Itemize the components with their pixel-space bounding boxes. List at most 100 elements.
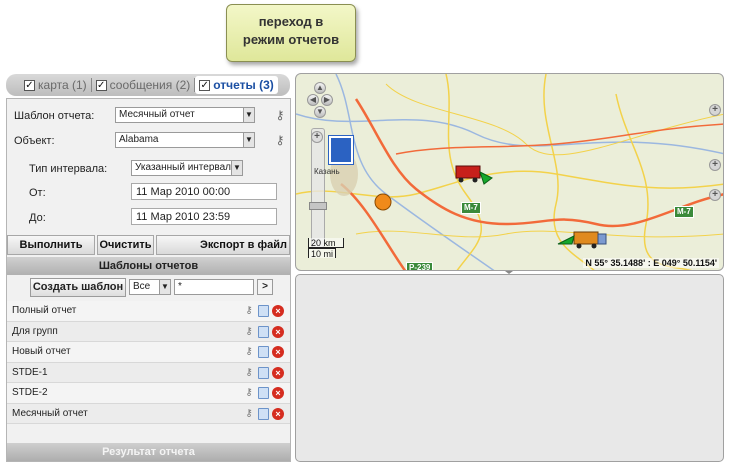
reports-panel: Шаблон отчета: Месячный отчет ▼ ⚷ Объект… bbox=[6, 98, 291, 462]
action-bar: Выполнить Очистить Экспорт в файл bbox=[7, 235, 290, 255]
pan-left-icon[interactable]: ◀ bbox=[307, 94, 319, 106]
chevron-down-icon: ▼ bbox=[243, 108, 254, 122]
tab-map-checkbox[interactable]: ✓ bbox=[24, 79, 35, 91]
filter-select-value: Все bbox=[133, 281, 151, 292]
delete-icon[interactable]: × bbox=[272, 346, 284, 358]
templates-header: Шаблоны отчетов bbox=[7, 257, 290, 275]
delete-icon[interactable]: × bbox=[272, 325, 284, 338]
copy-icon[interactable] bbox=[258, 366, 269, 379]
apply-filter-button[interactable]: > bbox=[257, 279, 273, 295]
coordinate-readout: N 55° 35.1488' : E 049° 50.1154' bbox=[583, 258, 719, 268]
template-name: STDE-2 bbox=[12, 387, 48, 398]
list-item[interactable]: STDE-1 ⚷ × bbox=[7, 362, 290, 383]
key-icon[interactable]: ⚷ bbox=[273, 133, 287, 147]
template-name: Полный отчет bbox=[12, 305, 77, 316]
filter-select[interactable]: Все ▼ bbox=[129, 279, 171, 295]
truck-marker bbox=[455, 165, 493, 185]
filter-input[interactable]: * bbox=[174, 279, 254, 295]
map-view[interactable]: ▲ ◀ ▶ ▼ + + + + Казань M-7 M-7 P-239 20 … bbox=[295, 73, 724, 271]
map-pan-control: ▲ ◀ ▶ ▼ bbox=[307, 82, 333, 122]
list-item[interactable]: Полный отчет ⚷ × bbox=[7, 301, 290, 322]
to-date-input[interactable]: 11 Мар 2010 23:59 bbox=[131, 208, 277, 225]
report-result-header[interactable]: Результат отчета bbox=[7, 443, 290, 461]
tab-messages[interactable]: ✓ сообщения (2) bbox=[92, 76, 195, 94]
scale-mi: 10 mi bbox=[308, 248, 336, 259]
tab-reports-checkbox[interactable]: ✓ bbox=[199, 79, 211, 91]
template-name: Новый отчет bbox=[12, 346, 71, 357]
road-badge: M-7 bbox=[461, 202, 481, 214]
interval-type-label: Тип интервала: bbox=[29, 163, 108, 175]
key-icon[interactable]: ⚷ bbox=[243, 326, 255, 338]
template-select[interactable]: Месячный отчет ▼ bbox=[115, 107, 255, 123]
delete-icon[interactable]: × bbox=[272, 387, 284, 399]
tab-reports[interactable]: ✓ отчеты (3) bbox=[195, 76, 278, 94]
template-select-value: Месячный отчет bbox=[119, 109, 195, 120]
list-item[interactable]: Для групп ⚷ × bbox=[7, 321, 290, 342]
template-name: Для групп bbox=[12, 325, 58, 337]
list-item[interactable]: Месячный отчет ⚷ × bbox=[7, 403, 290, 424]
pan-up-icon[interactable]: ▲ bbox=[314, 82, 326, 94]
list-item[interactable]: Новый отчет ⚷ × bbox=[7, 342, 290, 363]
list-item[interactable]: STDE-2 ⚷ × bbox=[7, 383, 290, 404]
map-canvas bbox=[296, 74, 723, 270]
object-select-value: Alabama bbox=[119, 134, 159, 145]
key-icon[interactable]: ⚷ bbox=[243, 367, 255, 379]
interval-type-select[interactable]: Указанный интервал ▼ bbox=[131, 160, 243, 176]
interval-type-value: Указанный интервал bbox=[135, 162, 231, 173]
road-badge: P-239 bbox=[406, 262, 434, 270]
tab-bar: ✓ карта (1) ✓ сообщения (2) ✓ отчеты (3) bbox=[6, 74, 290, 96]
delete-icon[interactable]: × bbox=[272, 407, 284, 420]
zoom-in-icon[interactable]: + bbox=[311, 131, 323, 143]
tab-map-label: карта (1) bbox=[38, 78, 87, 92]
execute-button[interactable]: Выполнить bbox=[7, 235, 95, 255]
copy-icon[interactable] bbox=[258, 305, 269, 317]
key-icon[interactable]: ⚷ bbox=[243, 408, 255, 420]
key-icon[interactable]: ⚷ bbox=[273, 108, 287, 122]
pan-down-icon[interactable]: ▼ bbox=[314, 106, 326, 118]
templates-list: Полный отчет ⚷ × Для групп ⚷ × Новый отчет… bbox=[7, 301, 290, 424]
copy-icon[interactable] bbox=[258, 325, 269, 338]
clear-button[interactable]: Очистить bbox=[97, 235, 154, 255]
key-icon[interactable]: ⚷ bbox=[243, 387, 255, 399]
key-icon[interactable]: ⚷ bbox=[243, 305, 255, 317]
from-label: От: bbox=[29, 187, 46, 199]
template-name: STDE-1 bbox=[12, 366, 48, 378]
report-result-area bbox=[295, 274, 724, 462]
key-icon[interactable]: ⚷ bbox=[243, 346, 255, 358]
object-select[interactable]: Alabama ▼ bbox=[115, 132, 255, 148]
chevron-down-icon: ▼ bbox=[231, 161, 242, 175]
tab-map[interactable]: ✓ карта (1) bbox=[20, 76, 91, 94]
templates-toolbar: Создать шаблон Все ▼ * > bbox=[7, 277, 290, 299]
map-scale: 20 km 10 mi bbox=[308, 238, 344, 259]
chevron-down-icon: ▼ bbox=[243, 133, 254, 147]
delete-icon[interactable]: × bbox=[272, 366, 284, 379]
traffic-poi-icon[interactable] bbox=[328, 135, 354, 165]
template-name: Месячный отчет bbox=[12, 407, 88, 419]
from-date-input[interactable]: 11 Мар 2010 00:00 bbox=[131, 183, 277, 200]
chevron-down-icon: ▼ bbox=[159, 280, 170, 294]
road-badge: M-7 bbox=[674, 206, 694, 218]
callout-line-1: переход в bbox=[258, 14, 324, 29]
delete-icon[interactable]: × bbox=[272, 305, 284, 317]
callout-line-2: режим отчетов bbox=[242, 32, 340, 47]
expand-icon[interactable]: + bbox=[709, 104, 721, 116]
zoom-slider[interactable] bbox=[311, 128, 325, 248]
create-template-button[interactable]: Создать шаблон bbox=[30, 278, 126, 297]
expand-icon[interactable]: + bbox=[709, 189, 721, 201]
object-label: Объект: bbox=[14, 135, 55, 147]
export-button[interactable]: Экспорт в файл bbox=[156, 235, 290, 255]
zoom-slider-handle[interactable] bbox=[309, 202, 327, 210]
tab-reports-label: отчеты (3) bbox=[213, 78, 274, 92]
copy-icon[interactable] bbox=[258, 346, 269, 358]
tab-messages-checkbox[interactable]: ✓ bbox=[95, 79, 107, 91]
city-label: Казань bbox=[314, 167, 340, 176]
copy-icon[interactable] bbox=[258, 387, 269, 399]
template-label: Шаблон отчета: bbox=[14, 110, 95, 122]
expand-icon[interactable]: + bbox=[709, 159, 721, 171]
scale-km: 20 km bbox=[308, 238, 344, 248]
pan-right-icon[interactable]: ▶ bbox=[321, 94, 333, 106]
tooltip-callout: переход в режим отчетов bbox=[226, 4, 356, 62]
to-label: До: bbox=[29, 212, 46, 224]
tab-messages-label: сообщения (2) bbox=[109, 78, 191, 92]
copy-icon[interactable] bbox=[258, 407, 269, 420]
